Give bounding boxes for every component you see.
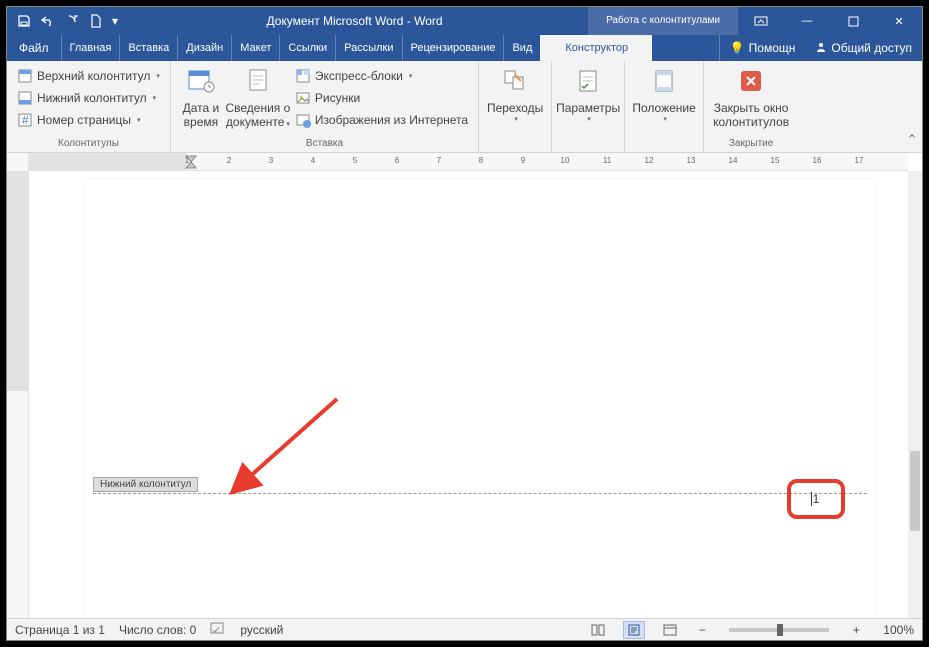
undo-icon[interactable] xyxy=(37,10,59,32)
ribbon-display-options-icon[interactable] xyxy=(738,7,784,35)
zoom-out-button[interactable]: − xyxy=(695,623,709,637)
ribbon-group-position: Положение ▾ xyxy=(625,61,704,152)
close-headerfooter-button[interactable]: Закрыть окно колонтитулов xyxy=(710,65,792,129)
readmode-view-icon[interactable] xyxy=(587,621,609,639)
options-button[interactable]: Параметры ▾ xyxy=(558,65,618,123)
footer-tag[interactable]: Нижний колонтитул xyxy=(93,477,198,492)
printlayout-view-icon[interactable] xyxy=(623,621,645,639)
tab-insert[interactable]: Вставка xyxy=(119,35,177,61)
header-button[interactable]: Верхний колонтитул▾ xyxy=(13,65,164,87)
proofing-icon[interactable] xyxy=(210,621,226,638)
hash-icon: # xyxy=(17,112,33,128)
tab-view[interactable]: Вид xyxy=(503,35,540,61)
datetime-button[interactable]: Дата и время xyxy=(177,65,225,129)
header-icon xyxy=(17,68,33,84)
document-area: L 1234567891011121314151617 Нижний колон… xyxy=(7,153,922,618)
close-icon[interactable]: ✕ xyxy=(876,7,922,35)
scrollbar-thumb[interactable] xyxy=(910,451,920,531)
tab-layout[interactable]: Макет xyxy=(231,35,279,61)
online-picture-icon xyxy=(295,112,311,128)
options-icon xyxy=(572,67,604,99)
zoom-in-button[interactable]: + xyxy=(849,623,863,637)
weblayout-view-icon[interactable] xyxy=(659,621,681,639)
page-number-value[interactable]: 1 xyxy=(813,492,820,506)
zoom-slider[interactable] xyxy=(729,628,829,632)
tab-home[interactable]: Главная xyxy=(61,35,120,61)
ribbon-group-nav: Переходы ▾ xyxy=(479,61,552,152)
window-title: Документ Microsoft Word - Word xyxy=(121,14,588,28)
ribbon-group-insert: Дата и время Сведения о документе▾ Экспр… xyxy=(171,61,479,152)
position-icon xyxy=(648,67,680,99)
tab-mailings[interactable]: Рассылки xyxy=(335,35,401,61)
onlinepictures-button[interactable]: Изображения из Интернета xyxy=(291,109,472,131)
navigation-button[interactable]: Переходы ▾ xyxy=(485,65,545,123)
status-page[interactable]: Страница 1 из 1 xyxy=(15,623,105,637)
statusbar: Страница 1 из 1 Число слов: 0 русский − … xyxy=(7,618,922,640)
tab-design[interactable]: Дизайн xyxy=(177,35,231,61)
group-label: Закрытие xyxy=(710,136,792,152)
tab-references[interactable]: Ссылки xyxy=(279,35,335,61)
group-label: Колонтитулы xyxy=(13,136,164,152)
save-icon[interactable] xyxy=(13,10,35,32)
footer-button[interactable]: Нижний колонтитул▾ xyxy=(13,87,160,109)
quickparts-button[interactable]: Экспресс-блоки▾ xyxy=(291,65,472,87)
zoom-slider-thumb[interactable] xyxy=(777,624,783,636)
lightbulb-icon: 💡 xyxy=(730,41,745,55)
footer-icon xyxy=(17,90,33,106)
ribbon-group-options: Параметры ▾ xyxy=(552,61,625,152)
quickparts-icon xyxy=(295,68,311,84)
share-button[interactable]: Общий доступ xyxy=(805,35,922,61)
ribbon-group-close: Закрыть окно колонтитулов Закрытие xyxy=(704,61,798,152)
share-label: Общий доступ xyxy=(831,41,912,55)
vertical-scrollbar[interactable] xyxy=(908,171,922,618)
status-words[interactable]: Число слов: 0 xyxy=(119,623,196,637)
page-viewport[interactable]: Нижний колонтитул 1 xyxy=(29,171,908,618)
footer-boundary xyxy=(93,493,867,494)
new-doc-icon[interactable] xyxy=(85,10,107,32)
tab-file[interactable]: Файл xyxy=(7,35,61,61)
horizontal-ruler[interactable]: 1234567891011121314151617 xyxy=(29,153,908,171)
tool-tab-group-label: Работа с колонтитулами xyxy=(588,7,738,35)
qat-customize-icon[interactable]: ▾ xyxy=(109,10,121,32)
ribbon: Верхний колонтитул▾ Нижний колонтитул▾ #… xyxy=(7,61,922,153)
page-number-highlight: 1 xyxy=(787,479,845,519)
status-language[interactable]: русский xyxy=(240,623,283,637)
pictures-button[interactable]: Рисунки xyxy=(291,87,472,109)
group-label: Вставка xyxy=(177,136,472,152)
tell-me-button[interactable]: 💡 Помощн xyxy=(719,35,806,61)
svg-text:#: # xyxy=(22,113,29,127)
collapse-ribbon-icon[interactable]: ⌃ xyxy=(902,61,922,152)
tell-me-label: Помощн xyxy=(749,41,796,55)
tab-constructor[interactable]: Конструктор xyxy=(540,35,652,61)
tab-review[interactable]: Рецензирование xyxy=(402,35,504,61)
calendar-icon xyxy=(185,67,217,99)
document-info-icon xyxy=(242,67,274,99)
page[interactable]: Нижний колонтитул 1 xyxy=(85,179,875,618)
ribbon-tabs: Файл Главная Вставка Дизайн Макет Ссылки… xyxy=(7,35,922,61)
close-x-icon xyxy=(735,67,767,99)
minimize-icon[interactable]: — xyxy=(784,7,830,35)
docinfo-button[interactable]: Сведения о документе▾ xyxy=(225,65,291,129)
navigation-icon xyxy=(499,67,531,99)
vertical-ruler[interactable] xyxy=(7,153,29,618)
titlebar: ▾ Документ Microsoft Word - Word Работа … xyxy=(7,7,922,35)
maximize-icon[interactable] xyxy=(830,7,876,35)
pagenumber-button[interactable]: #Номер страницы▾ xyxy=(13,109,144,131)
ribbon-group-headerfooter: Верхний колонтитул▾ Нижний колонтитул▾ #… xyxy=(7,61,171,152)
zoom-level[interactable]: 100% xyxy=(883,623,914,637)
position-button[interactable]: Положение ▾ xyxy=(631,65,697,123)
picture-icon xyxy=(295,90,311,106)
person-icon xyxy=(815,41,827,56)
redo-icon[interactable] xyxy=(61,10,83,32)
